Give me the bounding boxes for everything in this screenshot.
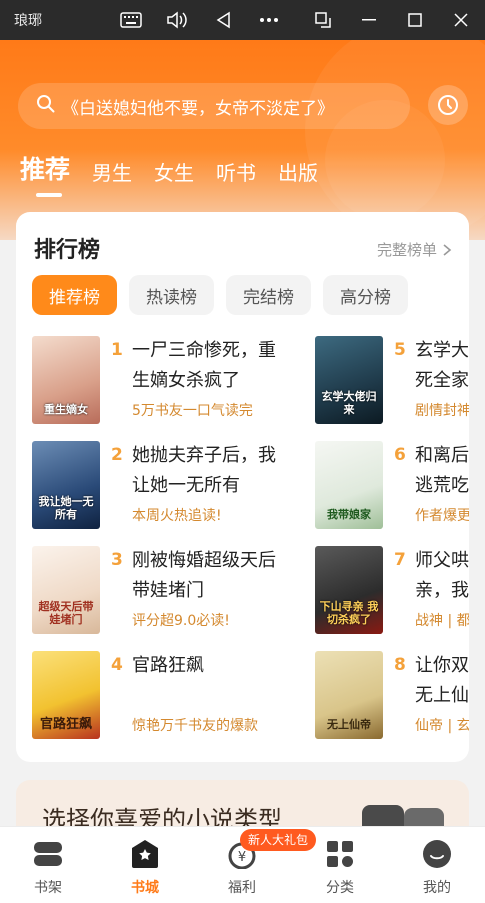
tab-publish[interactable]: 出版	[278, 157, 318, 186]
book-title: 玄学大佬归来，怼死全家	[415, 340, 469, 391]
book-item[interactable]: 无上仙帝 8 让你双修，你却成无上仙帝 仙帝 | 玄幻	[315, 651, 469, 743]
nav-profile[interactable]: 我的	[407, 839, 467, 897]
book-desc: 5万书友一口气读完	[132, 403, 253, 419]
book-rank: 7	[394, 550, 406, 570]
book-title: 一尸三命惨死，重生嫡女杀疯了	[132, 340, 276, 391]
book-rank: 6	[394, 445, 406, 465]
book-desc: 剧情封神	[415, 403, 469, 419]
new-user-gift-badge[interactable]: 新人大礼包	[240, 829, 317, 851]
book-cover: 官路狂飙	[32, 651, 100, 739]
book-cover: 我带娘家	[315, 441, 383, 529]
tab-indicator	[36, 193, 62, 197]
book-title: 她抛夫弃子后，我让她一无所有	[132, 445, 276, 496]
book-cover: 重生嫡女	[32, 336, 100, 424]
full-ranking-link[interactable]: 完整榜单	[377, 239, 453, 260]
profile-icon	[422, 839, 452, 869]
app-header: 《白送媳妇他不要，女帝不淡定了》 推荐 男生 女生 听书 出版	[0, 40, 485, 240]
close-icon[interactable]	[448, 7, 474, 33]
book-cover: 超级天后带娃堵门	[32, 546, 100, 634]
minimize-icon[interactable]	[356, 7, 382, 33]
chip-high-score[interactable]: 高分榜	[323, 275, 408, 315]
window-title: 琅琊	[14, 13, 42, 29]
book-title: 师父哄我下山寻亲，我找到了	[415, 550, 469, 601]
book-cover: 玄学大佬归来	[315, 336, 383, 424]
svg-text:¥: ¥	[238, 850, 246, 865]
clock-icon	[438, 95, 458, 115]
tab-audiobook[interactable]: 听书	[216, 157, 256, 186]
nav-label: 我的	[423, 880, 451, 896]
back-icon[interactable]	[210, 7, 236, 33]
book-rank: 1	[111, 340, 123, 360]
book-item[interactable]: 超级天后带娃堵门 3 刚被悔婚超级天后带娃堵门 评分超9.0必读!	[32, 546, 332, 638]
bookshelf-icon	[33, 839, 63, 869]
search-placeholder: 《白送媳妇他不要，女帝不淡定了》	[62, 98, 334, 119]
book-cover: 下山寻亲 我切杀疯了	[315, 546, 383, 634]
chip-recommend[interactable]: 推荐榜	[32, 275, 117, 315]
category-icon	[325, 839, 355, 869]
book-desc: 评分超9.0必读!	[132, 613, 230, 629]
nav-label: 书架	[34, 880, 62, 896]
book-item[interactable]: 下山寻亲 我切杀疯了 7 师父哄我下山寻亲，我找到了 战神 | 都市	[315, 546, 469, 638]
tab-female[interactable]: 女生	[154, 157, 194, 186]
nav-label: 福利	[228, 880, 256, 896]
screen-rotate-icon[interactable]	[310, 7, 336, 33]
maximize-icon[interactable]	[402, 7, 428, 33]
tab-recommend[interactable]: 推荐	[20, 150, 70, 186]
book-rank: 4	[111, 655, 123, 675]
chip-finished[interactable]: 完结榜	[226, 275, 311, 315]
book-desc: 惊艳万千书友的爆款	[132, 718, 258, 734]
search-bar[interactable]: 《白送媳妇他不要，女帝不淡定了》	[18, 83, 410, 129]
ranking-title: 排行榜	[34, 238, 101, 263]
book-title: 让你双修，你却成无上仙帝	[415, 655, 469, 706]
book-desc: 战神 | 都市	[415, 613, 469, 629]
full-ranking-label: 完整榜单	[376, 241, 437, 259]
book-cover: 我让她一无所有	[32, 441, 100, 529]
book-rank: 5	[394, 340, 406, 360]
search-icon	[36, 94, 56, 118]
book-cover: 无上仙帝	[315, 651, 383, 739]
nav-label: 书城	[131, 880, 159, 896]
tab-male[interactable]: 男生	[92, 157, 132, 186]
book-item[interactable]: 玄学大佬归来 5 玄学大佬归来，怼死全家 剧情封神	[315, 336, 469, 428]
book-item[interactable]: 官路狂飙 4 官路狂飙 惊艳万千书友的爆款	[32, 651, 332, 743]
nav-bookstore[interactable]: 书城	[115, 839, 175, 897]
nav-label: 分类	[326, 880, 354, 896]
chevron-right-icon	[443, 243, 452, 256]
bottom-navigation: 书架 书城 ¥ 福利 分类 我的 新人大礼包	[0, 826, 485, 903]
window-titlebar: 琅琊	[0, 0, 485, 40]
chip-hot[interactable]: 热读榜	[129, 275, 214, 315]
keyboard-icon[interactable]	[118, 7, 144, 33]
category-tabs: 推荐 男生 女生 听书 出版	[20, 150, 340, 186]
book-item[interactable]: 我让她一无所有 2 她抛夫弃子后，我让她一无所有 本周火热追读!	[32, 441, 332, 533]
book-desc: 仙帝 | 玄幻	[415, 718, 469, 734]
history-button[interactable]	[428, 85, 468, 125]
book-title: 刚被悔婚超级天后带娃堵门	[132, 550, 276, 601]
ranking-card: 排行榜 完整榜单 推荐榜 热读榜 完结榜 高分榜 重生嫡女 1 一尸三命惨死，重…	[16, 212, 469, 762]
nav-bookshelf[interactable]: 书架	[18, 839, 78, 897]
ranking-chips: 推荐榜 热读榜 完结榜 高分榜	[32, 275, 420, 315]
volume-icon[interactable]	[164, 7, 190, 33]
book-rank: 2	[111, 445, 123, 465]
more-icon[interactable]	[256, 7, 282, 33]
book-title: 官路狂飙	[132, 655, 204, 676]
nav-category[interactable]: 分类	[310, 839, 370, 897]
book-item[interactable]: 我带娘家 6 和离后，我带娘家逃荒吃香喝辣 作者爆更	[315, 441, 469, 533]
book-desc: 本周火热追读!	[132, 508, 222, 524]
bookstore-icon	[130, 839, 160, 869]
book-rank: 3	[111, 550, 123, 570]
book-desc: 作者爆更	[415, 508, 469, 524]
book-title: 和离后，我带娘家逃荒吃香喝辣	[415, 445, 469, 496]
book-rank: 8	[394, 655, 406, 675]
book-item[interactable]: 重生嫡女 1 一尸三命惨死，重生嫡女杀疯了 5万书友一口气读完	[32, 336, 332, 428]
